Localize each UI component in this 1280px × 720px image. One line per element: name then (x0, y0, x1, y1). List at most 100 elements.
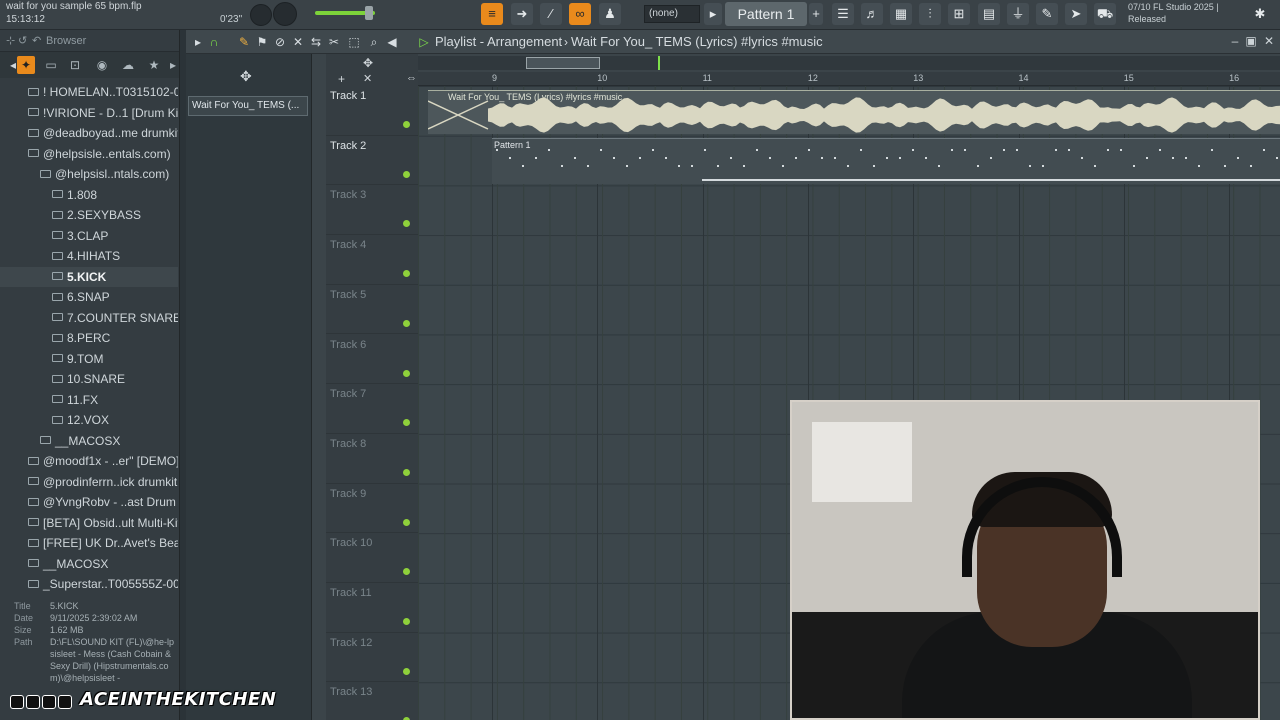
browser-item[interactable]: ! HOMELAN..T0315102-001 (0, 82, 178, 103)
track-header[interactable]: Track 9 (326, 484, 418, 534)
sample-icon[interactable]: ◉ (93, 56, 111, 74)
plugin-icon[interactable]: ⊡ (66, 56, 84, 74)
browser-item[interactable]: 6.SNAP (0, 287, 178, 308)
add-track-icon[interactable]: + (338, 72, 345, 86)
cart-icon[interactable]: ⛟ (1094, 3, 1116, 25)
master-pitch-knob[interactable] (273, 2, 297, 26)
track-header[interactable]: Track 4 (326, 235, 418, 285)
track-header[interactable]: Track 11 (326, 583, 418, 633)
plug-icon[interactable]: ⏚ (1007, 3, 1029, 25)
wrench-icon[interactable]: ✎ (1036, 3, 1058, 25)
arrangement-name[interactable]: Wait For You_ TEMS (Lyrics) #lyrics #mus… (571, 30, 823, 54)
pattern-clip[interactable]: Pattern 1 (492, 138, 1280, 184)
track-mute-led[interactable] (403, 568, 410, 576)
maximize-icon[interactable]: ▣ (1244, 34, 1258, 48)
track-mute-led[interactable] (403, 419, 410, 427)
browser-item[interactable]: 2.SEXYBASS (0, 205, 178, 226)
horizontal-scrollbar[interactable] (418, 56, 1280, 70)
browser-item[interactable]: [BETA] Obsid..ult Multi-Kit (0, 513, 178, 534)
arrow-right-icon[interactable]: ➜ (511, 3, 533, 25)
file-icon[interactable]: ▭ (42, 56, 60, 74)
track-header[interactable]: Track 6 (326, 335, 418, 385)
mute-icon[interactable]: ✕ (290, 34, 306, 50)
track-mute-led[interactable] (403, 468, 410, 476)
browser-item[interactable]: 8.PERC (0, 328, 178, 349)
play-pattern-icon[interactable]: ▸ (704, 3, 722, 25)
scroll-arrows-icon[interactable]: ⇔ (406, 72, 417, 84)
mixer-icon[interactable]: ⫶ (919, 3, 941, 25)
master-volume-handle[interactable] (365, 6, 373, 20)
browser-item[interactable]: @prodinferrn..ick drumkit (0, 472, 178, 493)
browser-item[interactable]: @YvngRobv - ..ast Drum Kit (0, 492, 178, 513)
piano-roll-icon[interactable]: ♬ (861, 3, 883, 25)
remove-track-icon[interactable]: ✕ (363, 72, 372, 85)
audio-clip[interactable]: Wait For You_ TEMS (Lyrics) #lyrics #mus… (428, 90, 1280, 134)
add-pattern-icon[interactable]: + (809, 3, 823, 25)
browser-item[interactable]: 11.FX (0, 390, 178, 411)
playlist-icon[interactable]: ☰ (832, 3, 854, 25)
browser-item[interactable]: @deadboyad..me drumkit (0, 123, 178, 144)
paint-icon[interactable]: ⚑ (254, 34, 270, 50)
browser-item[interactable]: 1.808 (0, 185, 178, 206)
track-header[interactable]: Track 3 (326, 185, 418, 236)
track-header[interactable]: Track 2 (326, 136, 418, 186)
track-mute-led[interactable] (403, 121, 410, 128)
fl-logo-icon[interactable]: ✱ (1249, 3, 1271, 25)
track-mute-led[interactable] (403, 270, 410, 278)
track-expand-icon[interactable]: ✥ (363, 56, 373, 70)
close-icon[interactable]: ✕ (1262, 34, 1276, 48)
browser-item[interactable]: 3.CLAP (0, 226, 178, 247)
delete-icon[interactable]: ⊘ (272, 34, 288, 50)
track-header[interactable]: Track 5 (326, 285, 418, 335)
cloud-icon[interactable]: ☁ (119, 56, 137, 74)
minimize-icon[interactable]: ‒ (1228, 34, 1242, 48)
browser-item[interactable]: [FREE] UK Dr..Avet's Beats (0, 533, 178, 554)
tempo-knob[interactable] (250, 4, 272, 26)
picker-clip-item[interactable]: Wait For You_ TEMS (... (188, 96, 308, 116)
track-mute-led[interactable] (403, 369, 410, 377)
track-header[interactable]: Track 8 (326, 434, 418, 484)
channel-rack-icon[interactable]: ▦ (890, 3, 912, 25)
track-mute-led[interactable] (403, 220, 410, 228)
metronome-icon[interactable]: ♟ (599, 3, 621, 25)
play-arrow-icon[interactable]: ▸ (190, 34, 206, 50)
browser-item[interactable]: @helpsisle..entals.com) (0, 144, 178, 165)
browser-item[interactable]: @moodf1x - ..er" [DEMO] (0, 451, 178, 472)
expand-icon[interactable]: ⊹ (6, 30, 15, 52)
brush-icon[interactable]: ⁄ (540, 3, 562, 25)
browser-item[interactable]: __MACOSX (0, 554, 178, 575)
play-arrangement-icon[interactable]: ▷ (416, 34, 432, 50)
send-icon[interactable]: ➤ (1065, 3, 1087, 25)
star-icon[interactable]: ★ (145, 56, 163, 74)
browser-item[interactable]: __MACOSX (0, 431, 178, 452)
speaker-icon[interactable]: ◀ (384, 34, 400, 50)
zoom-icon[interactable]: ⌕ (366, 34, 382, 50)
snap-select[interactable]: (none) (644, 5, 700, 23)
link-icon[interactable]: ∞ (569, 3, 591, 25)
plugin-picker-icon[interactable]: ⊞ (948, 3, 970, 25)
browser-item[interactable]: 4.HIHATS (0, 246, 178, 267)
back-icon[interactable]: ↺ (18, 30, 27, 52)
magnet-icon[interactable]: ∩ (206, 34, 222, 50)
chevron-right-icon[interactable]: ▸ (164, 56, 182, 74)
track-header[interactable]: Track 12 (326, 633, 418, 683)
picker-expand-icon[interactable]: ✥ (240, 68, 252, 85)
all-files-icon[interactable]: ✦ (17, 56, 35, 74)
timeline-ruler[interactable]: 9 10 11 12 13 14 15 16 (418, 72, 1280, 86)
pencil-icon[interactable]: ✎ (236, 34, 252, 50)
track-mute-led[interactable] (403, 618, 410, 625)
pattern-song-toggle-icon[interactable]: ≡ (481, 3, 503, 25)
track-mute-led[interactable] (403, 667, 410, 675)
track-mute-led[interactable] (403, 170, 410, 178)
track-header[interactable]: Track 13 (326, 682, 418, 720)
track-mute-led[interactable] (403, 518, 410, 526)
browser-item[interactable]: 12.VOX (0, 410, 178, 431)
browser-item[interactable]: _Superstar..T005555Z-001 (0, 574, 178, 595)
browser-item[interactable]: 5.KICK (0, 266, 178, 287)
browser-item[interactable]: 10.SNARE (0, 369, 178, 390)
track-mute-led[interactable] (403, 319, 410, 327)
slice-icon[interactable]: ✂ (326, 34, 342, 50)
track-header[interactable]: Track 1 (326, 86, 418, 136)
browser-icon[interactable]: ▤ (978, 3, 1000, 25)
browser-item[interactable]: @helpsisl..ntals.com) (0, 164, 178, 185)
